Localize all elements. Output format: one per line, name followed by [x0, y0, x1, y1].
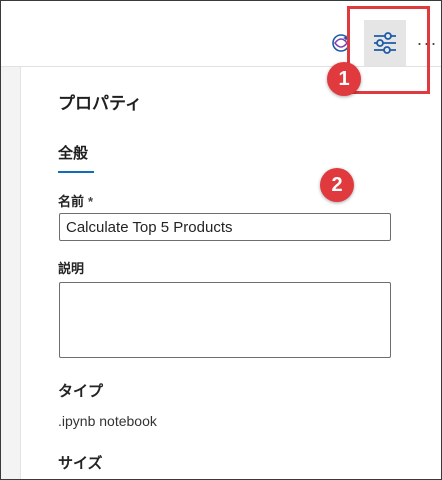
more-icon: ··· [416, 32, 438, 53]
required-marker: * [88, 194, 94, 209]
description-field[interactable] [59, 282, 391, 358]
tab-general[interactable]: 全般 [58, 142, 88, 169]
sparkle-copilot-icon [332, 34, 350, 52]
copilot-button[interactable] [326, 28, 356, 58]
sliders-settings-icon [374, 32, 396, 54]
more-options-button[interactable]: ··· [414, 28, 440, 58]
tab-active-indicator [58, 171, 94, 173]
properties-toggle-button[interactable] [364, 20, 406, 66]
panel-title: プロパティ [58, 94, 142, 113]
name-label-text: 名前 [58, 194, 85, 209]
size-label: サイズ [58, 455, 103, 472]
callout-badge-2: 2 [320, 168, 354, 202]
name-field[interactable] [59, 213, 391, 241]
description-label: 説明 [58, 261, 85, 276]
type-label: タイプ [58, 383, 104, 400]
callout-badge-1: 1 [327, 62, 361, 96]
left-pane-edge [1, 67, 21, 479]
name-label: 名前 * [58, 191, 93, 210]
type-value: .ipynb notebook [58, 413, 157, 429]
properties-panel: プロパティ 全般 名前* 説明 タイプ .ipynb notebook サイズ [22, 67, 441, 479]
